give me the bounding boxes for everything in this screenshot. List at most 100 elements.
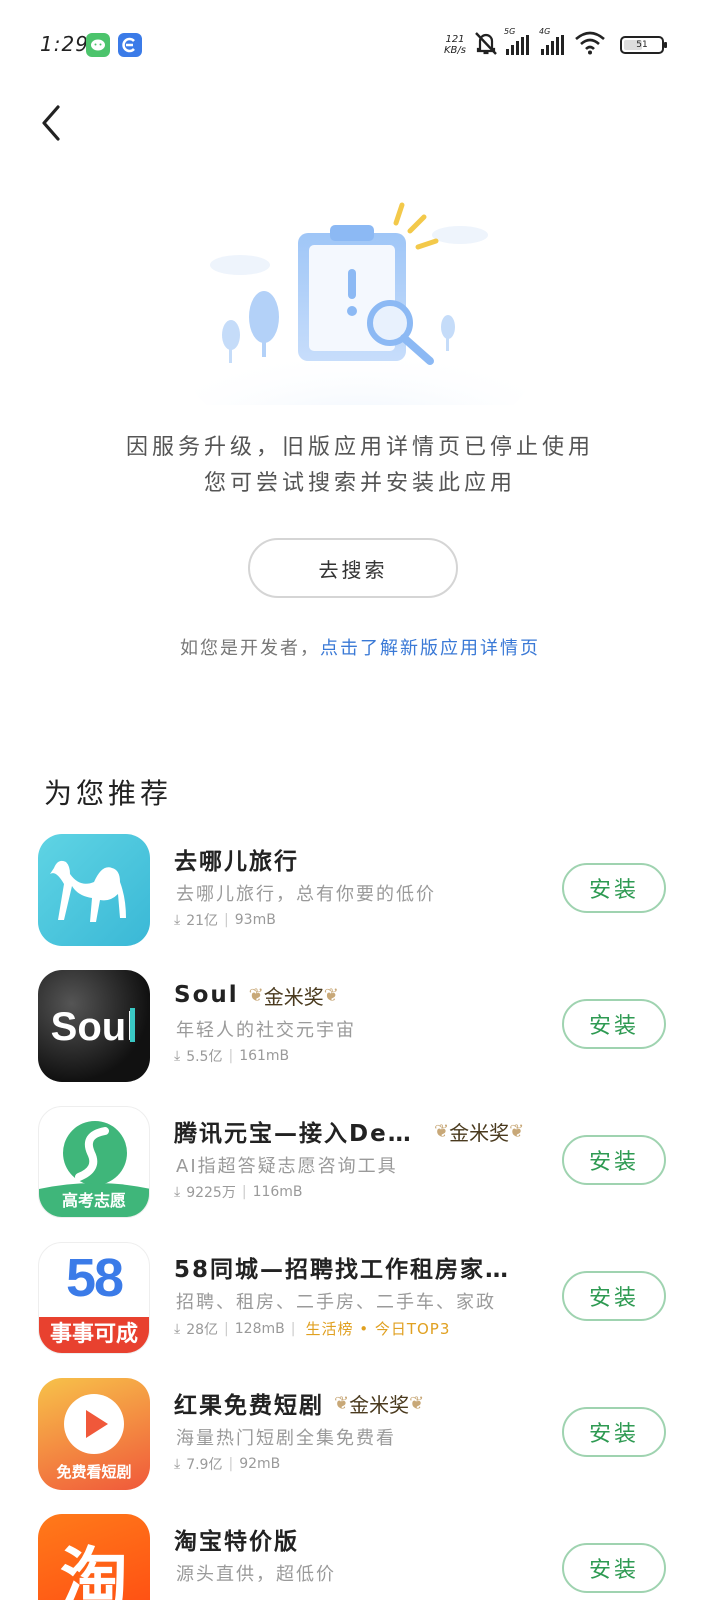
download-icon: ⤓ [174,1184,181,1200]
ranking-tag: 生活榜 • 今日TOP3 [305,1320,451,1338]
app-size: 128mB [234,1320,285,1337]
meta-divider: | [224,912,229,928]
install-button[interactable]: 安装 [562,1407,666,1457]
network-speed: 121 KB/s [444,34,466,56]
bell-muted-icon [472,30,500,60]
app-meta: ⤓ 5.5亿 | 161mB [174,1046,289,1066]
install-button[interactable]: 安装 [562,999,666,1049]
download-icon: ⤓ [174,912,181,928]
meta-divider: | [224,1320,229,1337]
download-count: 9225万 [186,1185,236,1201]
download-count: 28亿 [186,1321,219,1338]
recommended-app-item[interactable]: 免费看短剧 红果免费短剧 ❦ 金米奖 ❦ 海量热门短剧全集免费看 ⤓ 7.9亿 | … [0,1378,720,1490]
laurel-icon: ❦ [434,1120,450,1142]
icon-glyph: 淘 [59,1541,128,1600]
laurel-icon: ❦ [248,984,264,1006]
download-icon: ⤓ [174,1456,181,1472]
download-count: 5.5亿 [186,1049,223,1065]
award-label: 金米奖 [449,1120,510,1145]
app-name: 去哪儿旅行 [174,849,299,875]
award-label: 金米奖 [349,1392,410,1417]
developer-hint: 如您是开发者，点击了解新版应用详情页 [0,634,720,660]
new-detail-page-link[interactable]: 点击了解新版应用详情页 [320,638,540,659]
laurel-icon: ❦ [334,1392,350,1414]
go-search-button[interactable]: 去搜索 [248,538,458,598]
golden-rice-award-badge: ❦ 金米奖 ❦ [434,1117,524,1146]
signal-4g-icon: 4G [539,27,564,55]
browser-notification-icon [118,33,142,57]
notice-line-1: 因服务升级，旧版应用详情页已停止使用 [125,435,594,460]
yuanbao-app-icon: 高考志愿 [38,1106,150,1218]
app-name: Soul [174,982,239,1008]
app-meta: ⤓ 28亿 | 128mB | 生活榜 • 今日TOP3 [174,1318,450,1339]
status-bar: 1:29 121 KB/s 5G 4G 51 [0,0,720,90]
recommended-app-item[interactable]: 高考志愿 腾讯元宝—接入Dee… ❦ 金米奖 ❦ AI指超答疑志愿咨询工具 ⤓ 92… [0,1106,720,1218]
app-size: 116mB [252,1184,303,1200]
install-button[interactable]: 安装 [562,1135,666,1185]
golden-rice-award-badge: ❦ 金米奖 ❦ [334,1389,424,1418]
install-button[interactable]: 安装 [562,863,666,913]
recommend-section-title: 为您推荐 [44,777,173,810]
app-meta: ⤓ 9225万 | 116mB [174,1182,303,1202]
app-size: 93mB [234,912,276,928]
app-size: 92mB [239,1456,281,1472]
taobao-lite-app-icon: 淘 [38,1514,150,1600]
laurel-icon: ❦ [409,1392,425,1414]
recommended-app-item[interactable]: 58 事事可成 58同城—招聘找工作租房家… 招聘、租房、二手房、二手车、家政 … [0,1242,720,1354]
meta-divider: | [241,1184,247,1200]
app-meta: ⤓ 21亿 | 93mB [174,910,276,930]
signal-5g-label: 5G [504,27,516,36]
app-description: 海量热门短剧全集免费看 [176,1428,396,1449]
notice-line-2: 您可尝试搜索并安装此应用 [203,471,516,496]
app-name: 红果免费短剧 [174,1393,324,1419]
chevron-left-icon [42,105,60,141]
service-upgrade-notice: 因服务升级，旧版应用详情页已停止使用 您可尝试搜索并安装此应用 [0,430,720,502]
qunar-app-icon [38,834,150,946]
recommended-app-item[interactable]: 淘 淘宝特价版 源头直供，超低价 安装 [0,1514,720,1600]
download-icon: ⤓ [174,1048,181,1064]
install-button[interactable]: 安装 [562,1271,666,1321]
soul-app-icon: Soul [38,970,150,1082]
app-meta: ⤓ 7.9亿 | 92mB [174,1454,280,1474]
app-name: 淘宝特价版 [174,1529,299,1555]
svg-text:Soul: Soul [51,1005,138,1049]
meta-divider: | [228,1456,234,1472]
golden-rice-award-badge: ❦ 金米奖 ❦ [249,981,339,1010]
app-description: 招聘、租房、二手房、二手车、家政 [176,1292,496,1313]
58-app-icon: 58 事事可成 [38,1242,150,1354]
laurel-icon: ❦ [509,1120,525,1142]
battery-percent: 51 [636,40,648,50]
install-button[interactable]: 安装 [562,1543,666,1593]
app-name: 58同城—招聘找工作租房家… [174,1257,511,1283]
download-count: 21亿 [186,913,219,929]
app-description: 源头直供，超低价 [176,1564,336,1585]
icon-caption: 事事可成 [39,1317,149,1353]
status-time: 1:29 [40,32,89,56]
network-speed-unit: KB/s [444,45,466,56]
recommended-app-item[interactable]: 去哪儿旅行 去哪儿旅行，总有你要的低价 ⤓ 21亿 | 93mB 安装 [0,834,720,946]
developer-hint-prefix: 如您是开发者， [180,638,320,659]
download-icon: ⤓ [174,1320,181,1337]
recommended-app-item[interactable]: Soul Soul ❦ 金米奖 ❦ 年轻人的社交元宇宙 ⤓ 5.5亿 | 161mB… [0,970,720,1082]
award-label: 金米奖 [263,984,324,1009]
hongguo-app-icon: 免费看短剧 [38,1378,150,1490]
signal-4g-label: 4G [539,27,551,36]
laurel-icon: ❦ [323,984,339,1006]
icon-caption: 高考志愿 [61,1191,126,1210]
meta-divider: | [290,1320,296,1337]
meta-divider: | [228,1048,234,1064]
battery-icon: 51 [620,36,667,54]
wifi-icon [574,31,606,59]
back-button[interactable] [28,98,74,148]
status-indicators: 121 KB/s 5G 4G 51 [444,27,667,62]
icon-number: 58 [65,1248,124,1308]
app-description: 年轻人的社交元宇宙 [176,1020,356,1041]
icon-caption: 免费看短剧 [56,1463,132,1481]
app-description: 去哪儿旅行，总有你要的低价 [176,884,436,905]
app-description: AI指超答疑志愿咨询工具 [176,1156,398,1177]
wechat-notification-icon [86,33,110,57]
app-size: 161mB [239,1048,290,1064]
network-speed-value: 121 [445,34,465,45]
empty-state-illustration [180,195,540,445]
download-count: 7.9亿 [186,1457,223,1473]
